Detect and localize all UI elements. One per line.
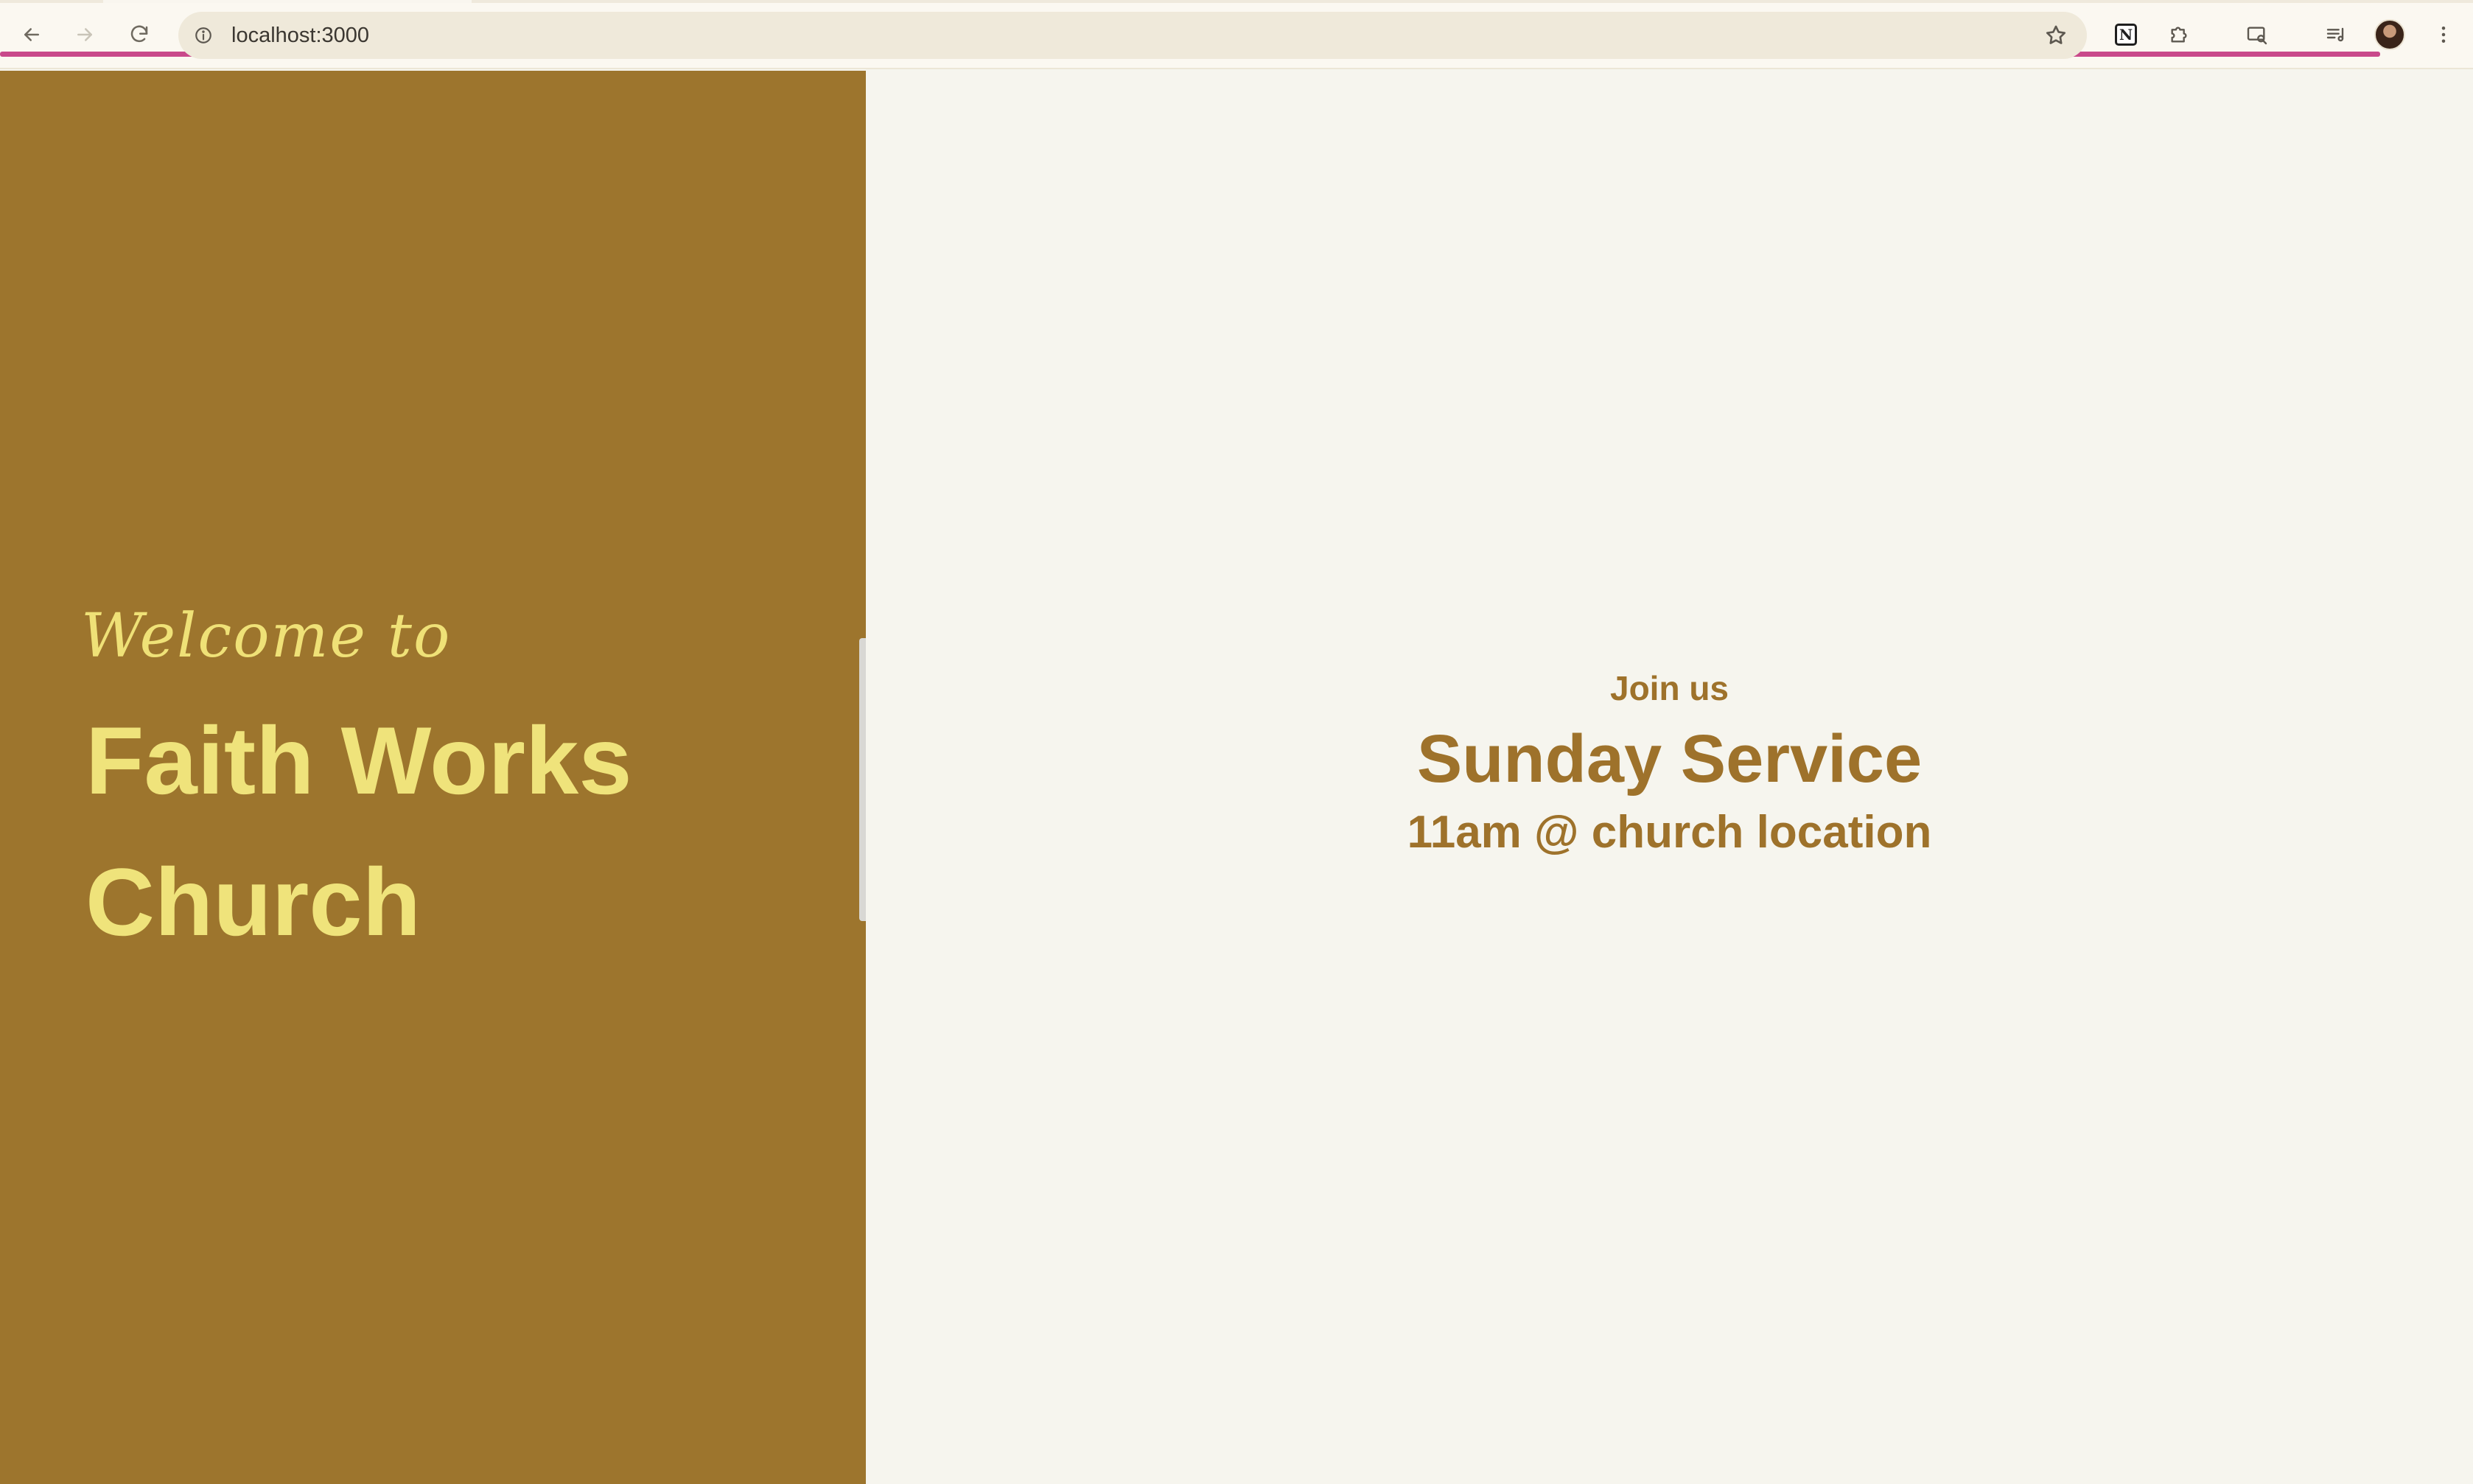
back-arrow-icon xyxy=(24,28,39,41)
browser-toolbar: localhost:3000 N xyxy=(0,0,2473,69)
site-info-button[interactable] xyxy=(192,24,215,47)
tab-group-accent xyxy=(0,52,199,57)
tab-search-button[interactable] xyxy=(2240,18,2274,52)
notion-icon: N xyxy=(2115,24,2137,46)
back-button[interactable] xyxy=(15,18,49,52)
star-icon xyxy=(2046,25,2066,44)
service-panel: Join us Sunday Service 11am @ church loc… xyxy=(866,71,2473,1484)
tab-search-icon xyxy=(2247,27,2267,45)
media-controls-button[interactable] xyxy=(2320,18,2354,52)
info-icon xyxy=(195,27,211,43)
forward-arrow-icon xyxy=(77,28,92,41)
address-bar[interactable]: localhost:3000 xyxy=(178,12,2087,59)
reload-button[interactable] xyxy=(122,18,156,52)
service-title: Sunday Service xyxy=(1416,721,1923,797)
reload-icon xyxy=(130,25,148,43)
url-text[interactable]: localhost:3000 xyxy=(231,22,369,49)
puzzle-icon xyxy=(2171,27,2187,43)
notion-extension-button[interactable]: N xyxy=(2109,18,2143,52)
browser-menu-button[interactable] xyxy=(2429,18,2458,52)
page-viewport: Welcome to Faith Works Church Join us Su… xyxy=(0,71,2473,1484)
church-name-heading: Faith Works Church xyxy=(85,707,632,956)
service-info: Join us Sunday Service 11am @ church loc… xyxy=(866,666,2473,862)
tab-strip xyxy=(0,0,2473,3)
welcome-text: Welcome to xyxy=(81,601,452,671)
profile-avatar[interactable] xyxy=(2374,19,2405,50)
kebab-menu-icon xyxy=(2441,27,2446,43)
extensions-button[interactable] xyxy=(2162,18,2196,52)
join-us-label: Join us xyxy=(1609,669,1729,707)
media-queue-icon xyxy=(2326,27,2344,42)
forward-button[interactable] xyxy=(68,18,102,52)
service-time-location: 11am @ church location xyxy=(1407,807,1932,858)
bookmark-button[interactable] xyxy=(2041,21,2071,50)
tab-group-accent xyxy=(2071,52,2380,57)
hero-panel: Welcome to Faith Works Church xyxy=(0,71,866,1484)
